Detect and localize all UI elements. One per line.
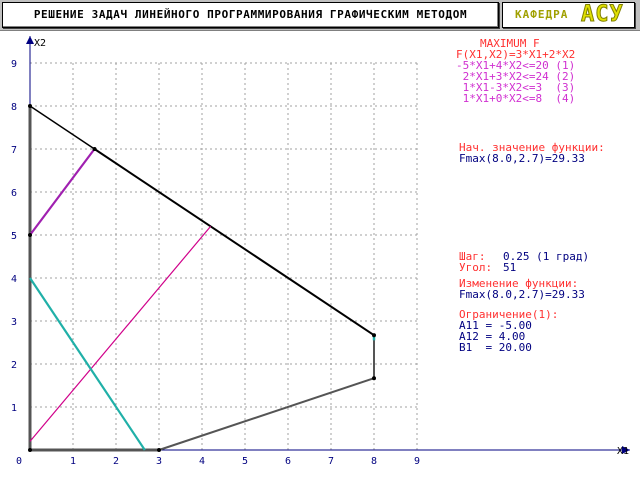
x-tick-label: 9 [414, 456, 420, 467]
vertex-point [372, 333, 376, 338]
y-tick-label: 7 [11, 145, 17, 156]
x-axis-label: X1 [617, 446, 629, 457]
vertex-point [92, 147, 97, 151]
y-tick-label: 4 [11, 274, 17, 285]
constraint-3-line [29, 148, 96, 236]
y-tick-label: 8 [11, 102, 17, 113]
boundary-segment [93, 148, 375, 337]
x-tick-label: 8 [371, 456, 377, 467]
x-tick-label: 6 [285, 456, 291, 467]
x-tick-label: 0 [16, 456, 22, 467]
grid-lines [30, 62, 418, 450]
vertex-point [372, 376, 376, 381]
initial-value: Fmax(8.0,2.7)=29.33 [459, 152, 585, 165]
y-tick-label: 5 [11, 231, 17, 242]
y-tick-label: 9 [11, 59, 17, 70]
constraint-1-line [29, 226, 212, 442]
constraint-line-4: 1*X1+0*X2<=8 (4) [456, 92, 576, 105]
x-tick-label: 5 [242, 456, 248, 467]
angle-label: Угол: [459, 261, 493, 274]
y-axis-arrow [26, 36, 34, 44]
x-tick-label: 1 [70, 456, 76, 467]
x-tick-label: 7 [328, 456, 334, 467]
angle-value: 51 [503, 261, 517, 274]
vertex-point [28, 233, 32, 237]
y-tick-label: 3 [11, 317, 17, 328]
x-tick-label: 4 [199, 456, 205, 467]
y-tick-label: 1 [11, 403, 17, 414]
vertex-point [28, 104, 32, 108]
y-axis-label: X2 [34, 38, 46, 49]
boundary-segment [158, 377, 375, 451]
y-tick-label: 2 [11, 360, 17, 371]
change-value: Fmax(8.0,2.7)=29.33 [459, 288, 585, 301]
vertex-point [28, 448, 32, 452]
x-tick-label: 3 [156, 456, 162, 467]
y-tick-label: 6 [11, 188, 17, 199]
constraint-2-line [29, 277, 146, 451]
boundary-segment [29, 105, 95, 150]
tick-labels: 0 1 2 3 4 5 6 7 8 9 1 2 3 4 5 6 7 8 9 [11, 59, 420, 467]
x-tick-label: 2 [113, 456, 119, 467]
vertex-point [157, 448, 161, 452]
coef-b1: B1 = 20.00 [459, 341, 532, 354]
